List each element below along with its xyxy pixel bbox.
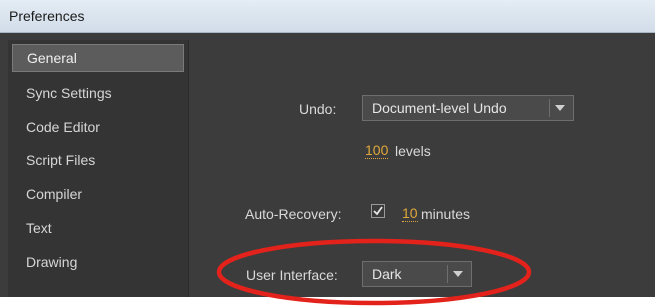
sidebar-item-code-editor[interactable]: Code Editor — [12, 113, 184, 141]
auto-recovery-checkbox[interactable] — [371, 204, 385, 218]
sidebar-item-script-files[interactable]: Script Files — [12, 146, 184, 174]
auto-recovery-minutes-input[interactable]: 10 — [402, 206, 418, 222]
user-interface-label: User Interface: — [246, 267, 338, 283]
chevron-down-icon — [555, 105, 565, 111]
dropdown-separator — [549, 99, 550, 117]
undo-levels-label: levels — [395, 143, 431, 159]
chevron-down-icon — [453, 271, 463, 277]
preferences-window: Preferences General Sync Settings Code E… — [0, 0, 655, 306]
category-sidebar: General Sync Settings Code Editor Script… — [8, 40, 189, 297]
auto-recovery-label: Auto-Recovery: — [245, 206, 342, 222]
undo-dropdown-value: Document-level Undo — [372, 100, 507, 116]
user-interface-dropdown-value: Dark — [372, 266, 402, 282]
undo-levels-input[interactable]: 100 — [365, 143, 389, 159]
dropdown-separator — [447, 265, 448, 283]
sidebar-item-general[interactable]: General — [12, 44, 184, 72]
sidebar-item-drawing[interactable]: Drawing — [12, 248, 184, 276]
sidebar-item-text[interactable]: Text — [12, 214, 184, 242]
general-settings-panel: Undo: Document-level Undo 100 levels Aut… — [190, 40, 655, 297]
sidebar-item-compiler[interactable]: Compiler — [12, 180, 184, 208]
auto-recovery-minutes-label: minutes — [421, 206, 471, 222]
user-interface-dropdown[interactable]: Dark — [362, 261, 472, 287]
undo-label: Undo: — [299, 101, 337, 117]
undo-dropdown[interactable]: Document-level Undo — [362, 95, 574, 121]
sidebar-item-sync-settings[interactable]: Sync Settings — [12, 79, 184, 107]
window-title: Preferences — [9, 8, 85, 24]
title-bar: Preferences — [0, 0, 655, 33]
check-icon — [373, 206, 383, 216]
